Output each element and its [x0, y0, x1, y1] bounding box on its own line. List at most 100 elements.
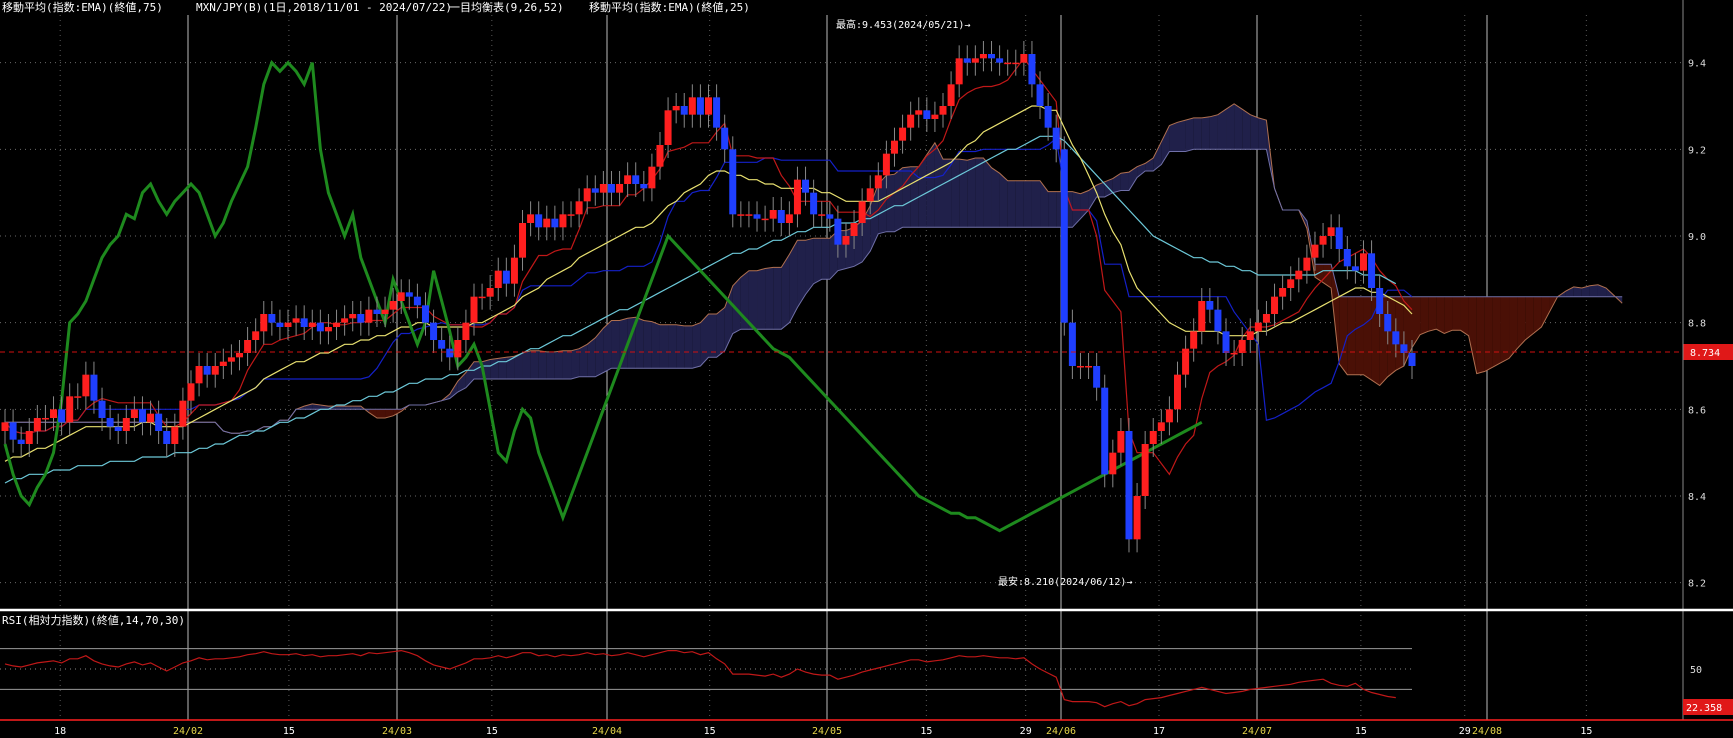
- candle-body: [672, 106, 680, 111]
- candle-body: [1190, 331, 1198, 349]
- x-tick-label: 15: [1580, 726, 1592, 737]
- candle-body: [737, 214, 745, 216]
- candle-body: [785, 214, 793, 223]
- candle-body: [850, 223, 858, 236]
- cloud-segment: [1015, 180, 1024, 228]
- candle-body: [147, 413, 155, 423]
- cloud-segment: [1484, 296, 1493, 372]
- candle-body: [1101, 387, 1109, 475]
- cloud-segment: [1436, 296, 1445, 334]
- candle-body: [66, 396, 74, 423]
- candle-body: [1165, 409, 1173, 423]
- candle-body: [1085, 366, 1093, 368]
- candle-body: [519, 223, 527, 258]
- cloud-segment: [813, 238, 822, 284]
- x-tick-label: 29: [1459, 726, 1471, 737]
- candle-body: [405, 292, 413, 297]
- candle-body: [195, 366, 203, 384]
- cloud-segment: [490, 358, 499, 379]
- x-tick-label: 24/08: [1472, 726, 1502, 737]
- candle-body: [923, 110, 931, 119]
- candle-body: [203, 366, 211, 375]
- candle-body: [381, 309, 389, 314]
- cloud-segment: [1048, 191, 1057, 228]
- candle-body: [1157, 422, 1165, 431]
- candle-body: [130, 409, 138, 418]
- cloud-segment: [1444, 296, 1453, 334]
- candle-body: [155, 413, 163, 431]
- candle-body: [470, 296, 478, 323]
- x-tick-label: 15: [920, 726, 932, 737]
- cloud-segment: [611, 320, 620, 369]
- cloud-segment: [1226, 103, 1235, 150]
- candle-body: [1359, 253, 1367, 271]
- cloud-segment: [1363, 296, 1372, 381]
- cloud-segment: [902, 166, 911, 228]
- candle-body: [58, 409, 66, 423]
- x-tick-label: 24/02: [173, 726, 203, 737]
- x-tick-label: 15: [283, 726, 295, 737]
- cloud-segment: [1452, 296, 1461, 331]
- candle-body: [1238, 340, 1246, 353]
- candle-body: [874, 175, 882, 189]
- candle-body: [1271, 296, 1279, 314]
- candle-body: [236, 353, 243, 358]
- rsi-tick-label: 50: [1690, 665, 1702, 676]
- candle-body: [979, 54, 987, 59]
- cloud-segment: [821, 238, 830, 280]
- cloud-segment: [1234, 103, 1243, 150]
- candle-body: [1004, 62, 1012, 65]
- candle-body: [1392, 331, 1400, 345]
- candle-body: [438, 340, 446, 349]
- candle-body: [252, 331, 260, 340]
- price-chart[interactable]: 最高:9.453(2024/05/21)→ 最安:8.210(2024/06/1…: [0, 0, 1733, 738]
- candle-body: [1149, 431, 1157, 444]
- candle-body: [583, 188, 591, 202]
- cloud-segment: [1428, 296, 1437, 332]
- candle-body: [907, 114, 915, 128]
- cloud-segment: [1509, 296, 1518, 359]
- candle-body: [793, 179, 801, 215]
- cloud-segment: [1589, 284, 1598, 297]
- candle-body: [430, 322, 438, 340]
- cloud-segment: [1420, 296, 1429, 335]
- candle-body: [1368, 253, 1376, 288]
- candle-body: [947, 84, 955, 106]
- candle-body: [963, 58, 971, 63]
- candle-body: [551, 218, 559, 228]
- candle-body: [219, 361, 227, 366]
- candle-body: [858, 201, 866, 223]
- cloud-segment: [748, 270, 758, 330]
- candle-body: [211, 366, 219, 375]
- candle-body: [834, 218, 842, 245]
- candle-body: [179, 400, 187, 427]
- cloud-segment: [1476, 296, 1485, 374]
- candle-body: [1028, 54, 1036, 85]
- candle-body: [1052, 127, 1060, 150]
- candle-body: [365, 309, 373, 323]
- candle-body: [664, 110, 672, 145]
- cloud-segment: [571, 348, 580, 379]
- cloud-segment: [498, 357, 507, 379]
- candle-body: [1125, 431, 1133, 540]
- cloud-segment: [1023, 180, 1032, 228]
- candle-body: [1198, 301, 1206, 332]
- candle-body: [1343, 249, 1351, 267]
- cloud-segment: [1217, 109, 1227, 150]
- cloud-segment: [991, 167, 1000, 228]
- y-tick-label: 9.2: [1688, 145, 1706, 156]
- x-tick-label: 18: [54, 726, 66, 737]
- cloud-segment: [1242, 109, 1251, 150]
- candle-body: [421, 305, 429, 323]
- x-tick-label: 24/06: [1046, 726, 1076, 737]
- candle-body: [713, 97, 721, 128]
- cloud-segment: [376, 409, 386, 418]
- candle-body: [74, 396, 82, 398]
- cloud-segment: [1169, 122, 1178, 152]
- candle-body: [260, 314, 268, 332]
- candle-body: [227, 357, 235, 362]
- cloud-segment: [1007, 180, 1016, 228]
- candle-body: [357, 314, 365, 323]
- header-ichimoku: 一目均衡表(9,26,52): [449, 0, 564, 14]
- candle-body: [1311, 244, 1319, 258]
